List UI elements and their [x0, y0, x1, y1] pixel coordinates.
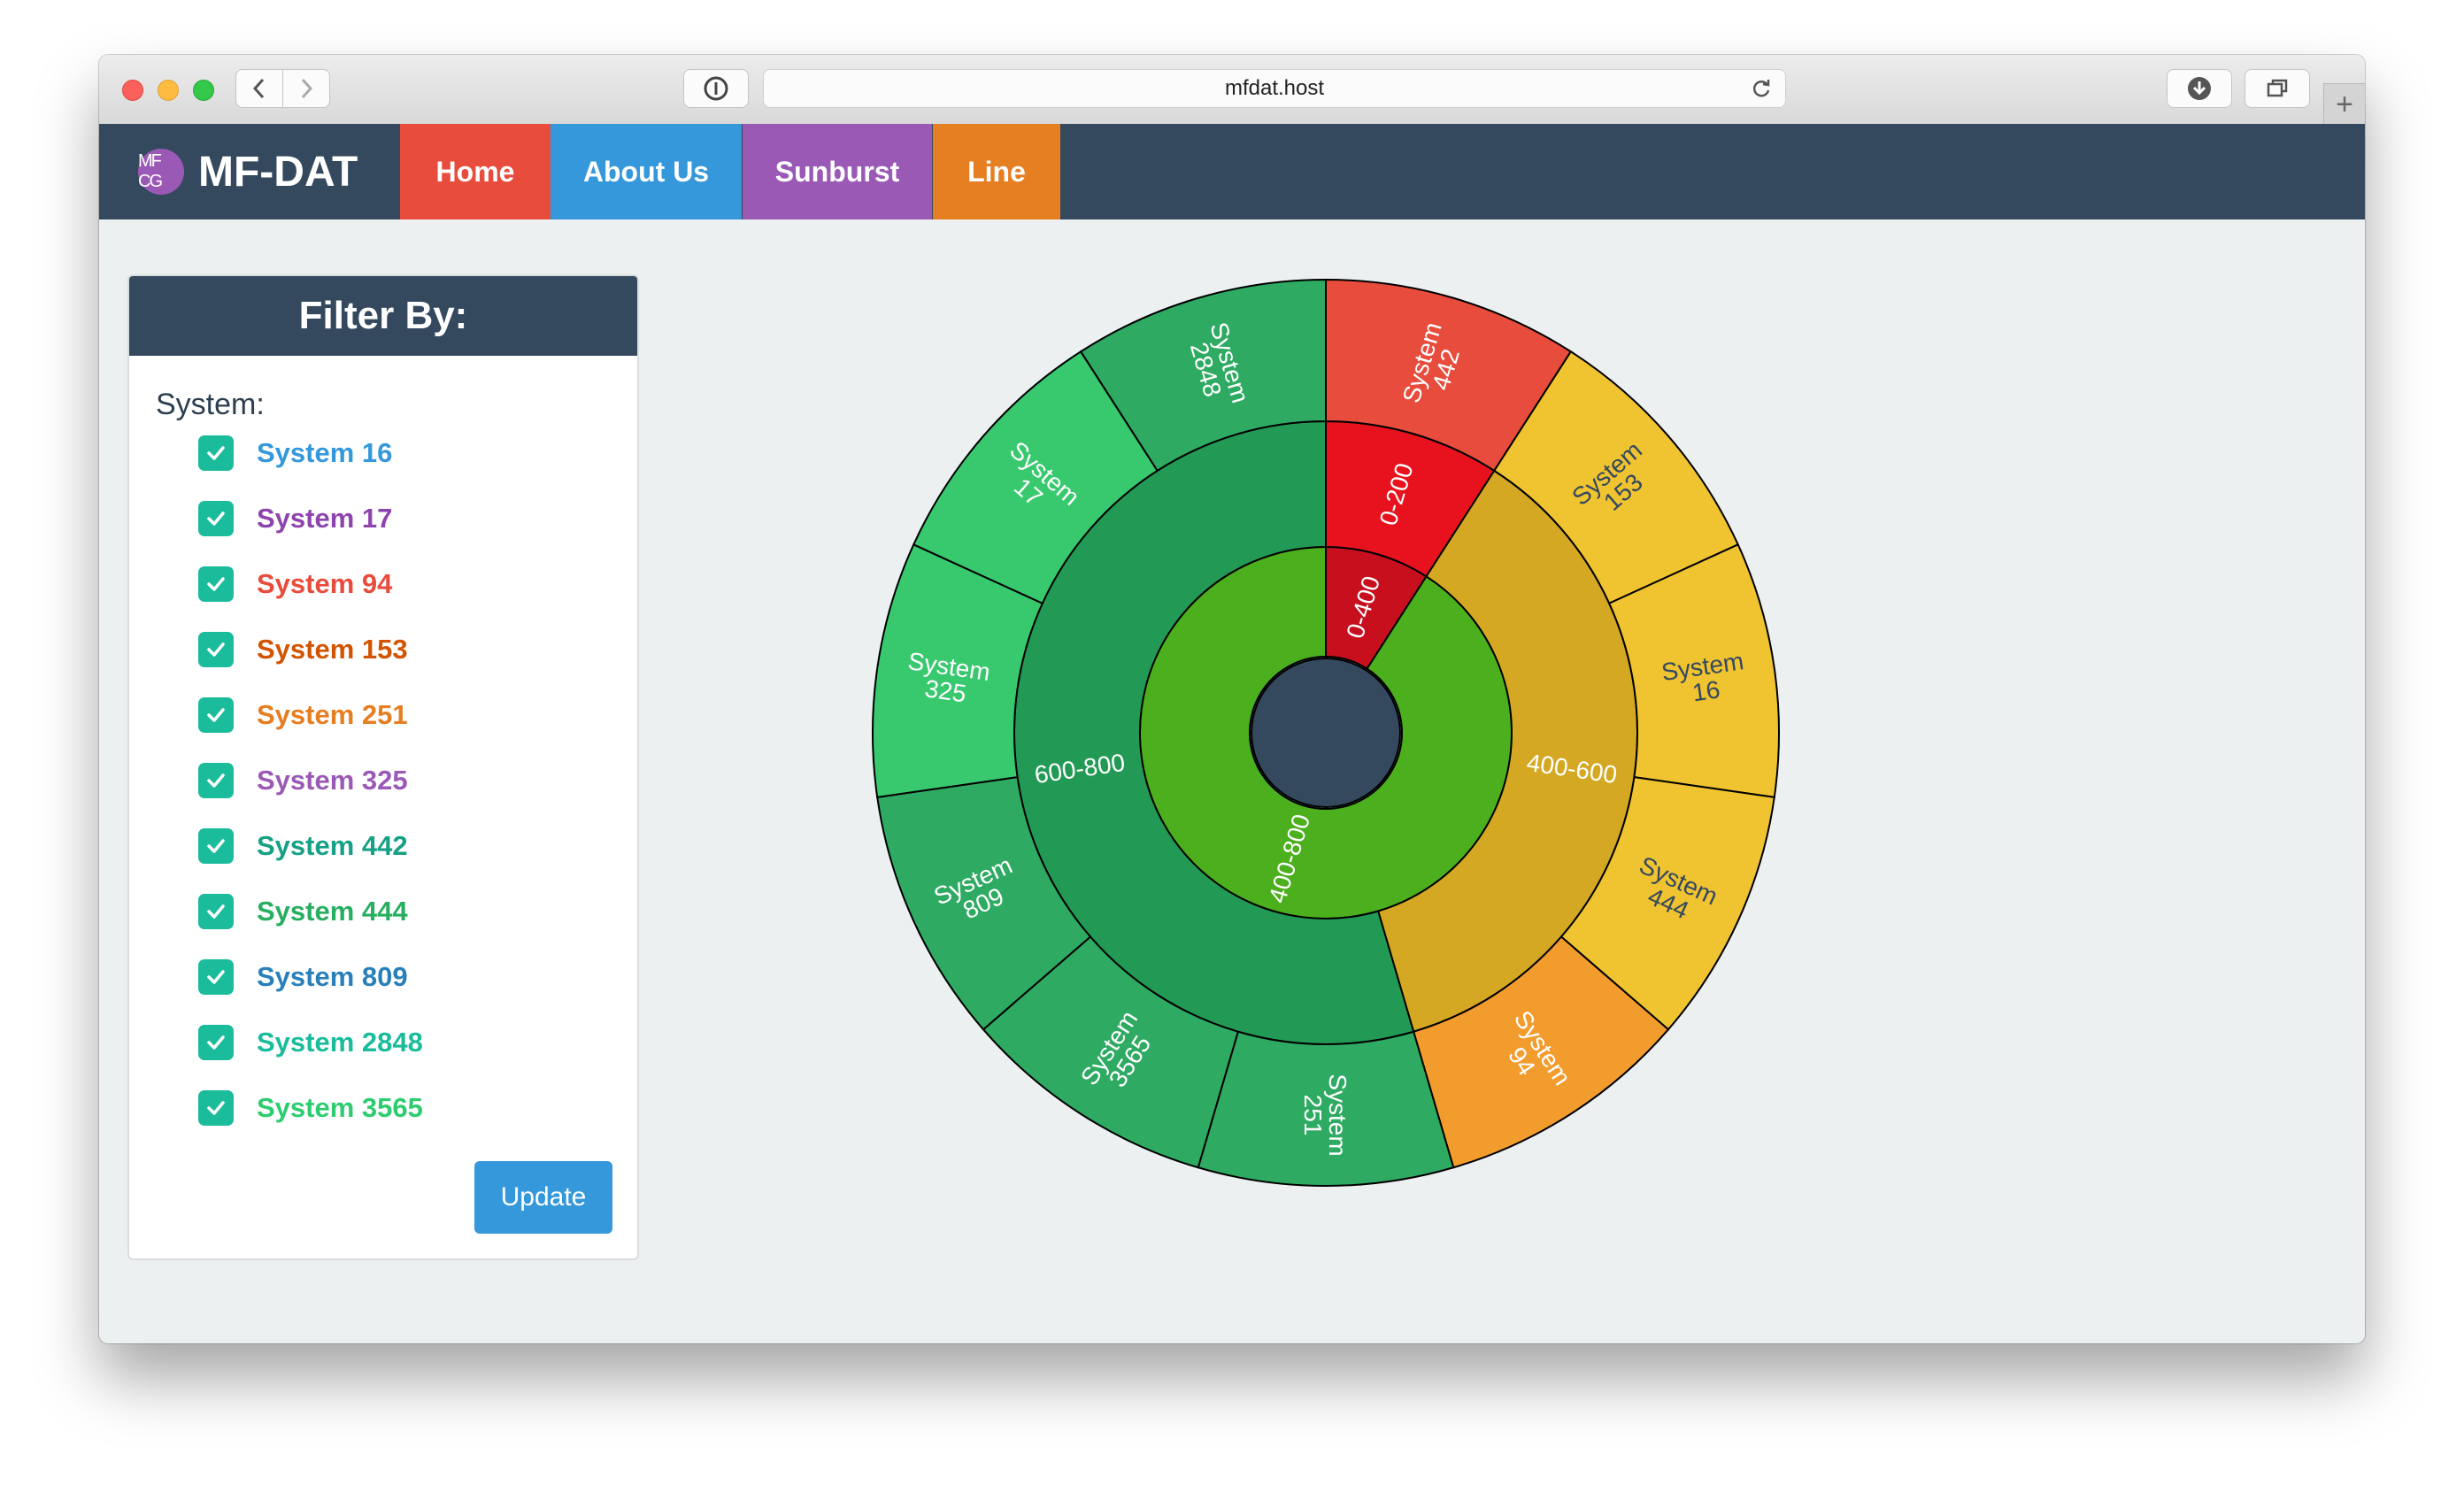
browser-window: mfdat.host + MF CG MF-DAT Home About Us …	[99, 55, 2365, 1343]
sunburst-center[interactable]	[1251, 658, 1401, 808]
sunburst-chart: 0-4000-200System442400-800400-600System1…	[871, 278, 1781, 1188]
